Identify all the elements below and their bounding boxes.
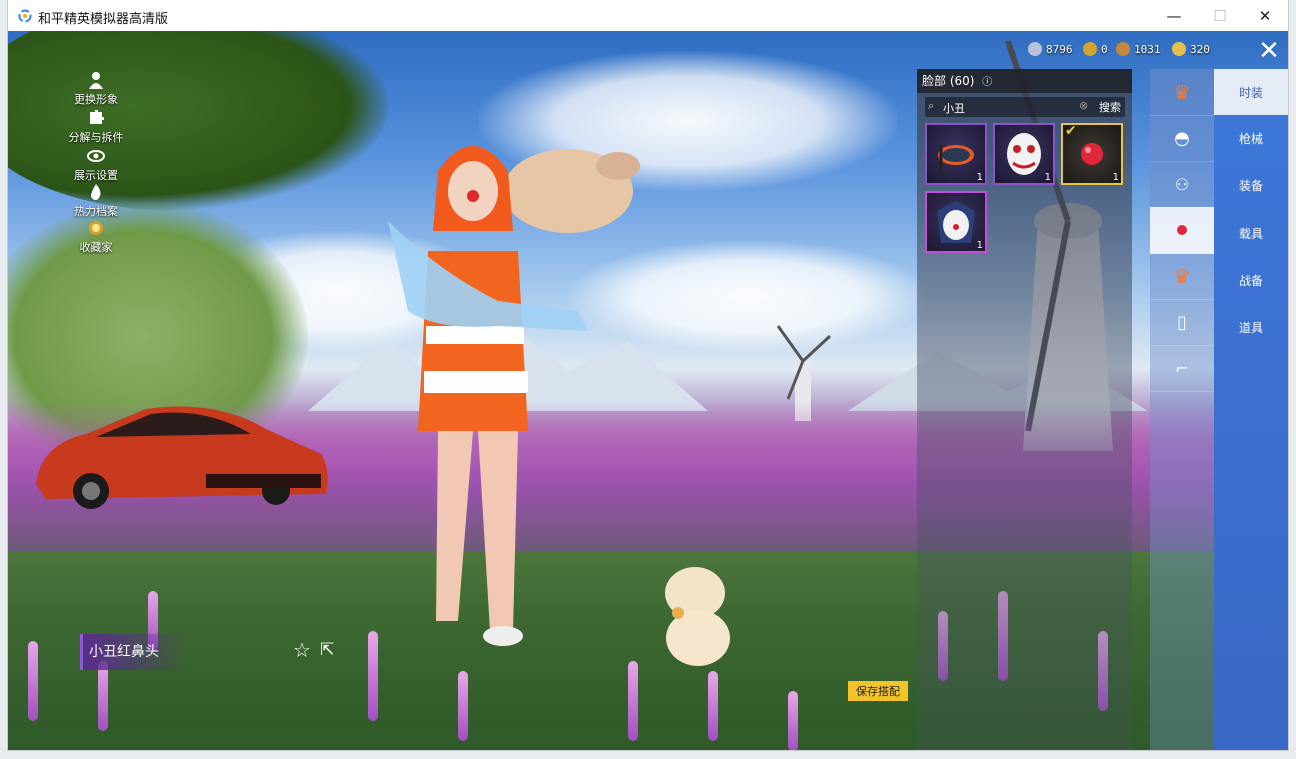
- title-bar: 和平精英模拟器高清版 — ☐ ✕: [8, 0, 1288, 31]
- panel-header: 脸部 (60) ⓘ: [917, 69, 1132, 93]
- left-menu-change-look[interactable]: 更换形象: [56, 71, 136, 107]
- flower: [708, 671, 718, 741]
- category-tab-hat[interactable]: ◓: [1150, 115, 1214, 162]
- medal-icon: [89, 221, 103, 235]
- flower: [788, 691, 798, 750]
- item-slot[interactable]: 1: [925, 191, 987, 253]
- left-menu-decompose[interactable]: 分解与拆件: [56, 109, 136, 145]
- tab-fashion[interactable]: 时装: [1214, 69, 1288, 115]
- flower: [458, 671, 468, 741]
- search-icon: ⌕: [928, 99, 935, 112]
- app-window: 和平精英模拟器高清版 — ☐ ✕ 更换形象 分解与拆件 展示设置 热力档案 收藏…: [8, 0, 1288, 750]
- left-menu-heat-archive[interactable]: 热力档案: [56, 183, 136, 219]
- item-panel: 脸部 (60) ⓘ ⌕ ⊗ 搜索 1 1 ✔ 1: [917, 69, 1132, 750]
- currency-value: 320: [1190, 42, 1210, 56]
- category-tab-face[interactable]: [1150, 207, 1214, 254]
- item-quantity: 1: [976, 172, 983, 183]
- item-quantity: 1: [1044, 172, 1051, 183]
- category-tab-glasses[interactable]: ⚇: [1150, 161, 1214, 208]
- minimize-icon: —: [1166, 6, 1182, 25]
- panel-title: 脸部 (60): [922, 74, 975, 88]
- mascot-pet: [665, 567, 730, 666]
- category-tab-outfit[interactable]: ♛: [1150, 69, 1214, 116]
- flower: [28, 641, 38, 721]
- tab-vehicles[interactable]: 载具: [1214, 210, 1288, 256]
- minimize-button[interactable]: —: [1151, 0, 1197, 31]
- gold-emblem-icon: [1083, 42, 1097, 56]
- tab-props[interactable]: 道具: [1214, 304, 1288, 350]
- left-menu-label: 更换形象: [74, 93, 118, 106]
- category-tab-top[interactable]: ♛: [1150, 253, 1214, 300]
- tab-equipment[interactable]: 装备: [1214, 162, 1288, 208]
- eye-icon: [87, 150, 105, 162]
- person-icon: [89, 72, 103, 89]
- left-menu-label: 收藏家: [79, 241, 113, 254]
- flower: [368, 631, 378, 721]
- left-menu-display-settings[interactable]: 展示设置: [56, 147, 136, 183]
- search-bar: ⌕ ⊗ 搜索: [925, 97, 1125, 117]
- cap-icon: ◓: [1174, 127, 1190, 149]
- currency-value: 8796: [1046, 42, 1073, 56]
- nose-icon: [1177, 225, 1187, 235]
- bronze-coin-icon: [1116, 42, 1130, 56]
- tab-weapons[interactable]: 枪械: [1214, 115, 1288, 161]
- app-logo-icon: [18, 9, 32, 23]
- search-button[interactable]: 搜索: [1099, 99, 1121, 115]
- puzzle-icon: [90, 110, 104, 124]
- checkmark-icon: ✔: [1065, 123, 1077, 139]
- shoes-icon: ⌐: [1175, 358, 1189, 378]
- clear-search-icon[interactable]: ⊗: [1079, 99, 1088, 112]
- search-input[interactable]: [941, 99, 1085, 117]
- currency-value: 0: [1101, 42, 1108, 56]
- category-tab-shoes[interactable]: ⌐: [1150, 345, 1214, 392]
- left-menu-label: 分解与拆件: [68, 131, 124, 144]
- maximize-icon: ☐: [1213, 6, 1227, 25]
- selected-item-name: 小丑红鼻头: [80, 634, 190, 670]
- share-icon[interactable]: ⇱: [320, 640, 334, 660]
- player-character: [388, 146, 640, 646]
- item-quantity: 1: [1112, 172, 1119, 183]
- favorite-star-icon[interactable]: ☆: [293, 638, 311, 662]
- flower: [628, 661, 638, 741]
- currency-silver: 8796: [1028, 41, 1073, 57]
- flame-icon: [91, 184, 101, 200]
- info-icon[interactable]: ⓘ: [982, 77, 992, 88]
- close-icon: ✕: [1258, 6, 1272, 25]
- left-menu-collector[interactable]: 收藏家: [56, 219, 136, 255]
- category-tab-pants[interactable]: ▯: [1150, 299, 1214, 346]
- category-tab-column: ♛ ◓ ⚇ ♛ ▯ ⌐: [1150, 69, 1214, 750]
- save-outfit-button[interactable]: 保存搭配: [848, 681, 908, 701]
- close-icon: ✕: [1258, 36, 1280, 66]
- outfit-icon: ♛: [1173, 80, 1191, 104]
- item-quantity: 1: [976, 240, 983, 251]
- close-window-button[interactable]: ✕: [1242, 0, 1288, 31]
- left-menu-label: 热力档案: [74, 205, 118, 218]
- close-wardrobe-button[interactable]: ✕: [1251, 36, 1287, 66]
- game-scene: 更换形象 分解与拆件 展示设置 热力档案 收藏家 8796 0 1031 320…: [8, 31, 1288, 750]
- glasses-icon: ⚇: [1174, 174, 1190, 194]
- item-slot-selected[interactable]: ✔ 1: [1061, 123, 1123, 185]
- item-slot[interactable]: 1: [993, 123, 1055, 185]
- gold-coin-icon: [1172, 42, 1186, 56]
- window-title: 和平精英模拟器高清版: [38, 12, 169, 27]
- currency-value: 1031: [1134, 42, 1161, 56]
- main-tab-column: 时装 枪械 装备 载具 战备 道具: [1214, 69, 1288, 750]
- top-icon: ♛: [1173, 264, 1191, 288]
- red-sports-car: [36, 406, 328, 509]
- tab-battle-prep[interactable]: 战备: [1214, 257, 1288, 303]
- item-slot[interactable]: 1: [925, 123, 987, 185]
- maximize-button[interactable]: ☐: [1197, 0, 1243, 31]
- pants-icon: ▯: [1177, 311, 1187, 333]
- flower: [98, 661, 108, 731]
- currency-bronze: 1031: [1116, 41, 1161, 57]
- left-menu-label: 展示设置: [74, 169, 118, 182]
- currency-emblem: 0: [1083, 41, 1108, 57]
- silver-coin-icon: [1028, 42, 1042, 56]
- currency-gold: 320: [1172, 41, 1210, 57]
